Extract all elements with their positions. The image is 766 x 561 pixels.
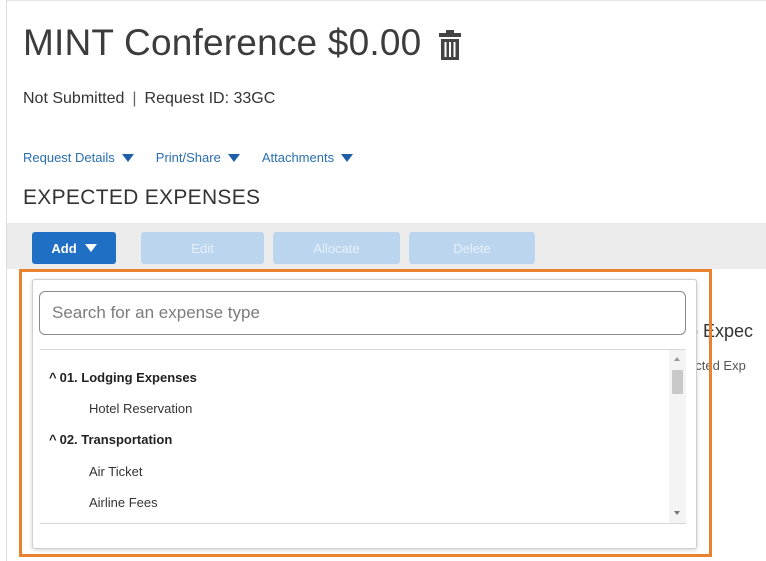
print-share-label: Print/Share [155, 150, 221, 165]
expense-type-list: ^ 01. Lodging Expenses Hotel Reservation … [40, 349, 686, 524]
edit-button-label: Edit [191, 240, 214, 256]
status-text: Not Submitted [23, 90, 125, 107]
expense-group-label: 02. Transportation [59, 432, 173, 447]
request-header: MINT Conference $0.00 [23, 22, 462, 64]
request-status-line: Not Submitted | Request ID: 33GC [23, 90, 275, 108]
expense-group-label: 01. Lodging Expenses [59, 370, 197, 385]
allocate-button[interactable]: Allocate [273, 232, 400, 264]
expense-type-item[interactable]: Air Ticket [89, 464, 142, 479]
caret-down-icon [121, 153, 134, 162]
expense-type-item[interactable]: Hotel Reservation [89, 401, 192, 416]
scroll-down-icon[interactable] [674, 511, 680, 515]
expense-type-search-input[interactable] [39, 291, 686, 335]
chevron-up-icon: ^ [49, 370, 57, 385]
caret-down-icon [341, 153, 354, 162]
scroll-up-icon[interactable] [674, 357, 680, 361]
add-button[interactable]: Add [32, 232, 116, 264]
caret-down-icon [227, 153, 240, 162]
request-links: Request Details Print/Share Attachments [23, 150, 375, 165]
delete-button[interactable]: Delete [409, 232, 535, 264]
attachments-link[interactable]: Attachments [261, 150, 354, 165]
trash-icon[interactable] [439, 30, 462, 60]
request-details-link[interactable]: Request Details [23, 150, 134, 165]
edit-button[interactable]: Edit [141, 232, 264, 264]
section-title: EXPECTED EXPENSES [23, 186, 261, 209]
attachments-label: Attachments [261, 150, 335, 165]
window-left-border [6, 0, 7, 561]
scroll-thumb[interactable] [672, 370, 683, 394]
list-scrollbar[interactable] [669, 350, 686, 523]
caret-down-icon [84, 244, 97, 252]
expense-type-dropdown: ^01. Lodging Expenses Hotel Reservation … [32, 279, 697, 549]
expense-group-lodging[interactable]: ^ 01. Lodging Expenses [49, 370, 197, 385]
expenses-toolbar: Add Edit Allocate Delete [7, 223, 766, 269]
window-top-border [6, 0, 766, 1]
print-share-link[interactable]: Print/Share [156, 150, 240, 165]
add-button-label: Add [51, 240, 77, 256]
expense-group-transportation[interactable]: ^ 02. Transportation [49, 432, 172, 447]
empty-state-title: o Expec [688, 321, 754, 341]
expense-type-item[interactable]: Airline Fees [89, 495, 158, 510]
request-id: Request ID: 33GC [144, 90, 276, 107]
status-separator: | [132, 90, 137, 107]
chevron-up-icon: ^ [49, 432, 57, 447]
delete-button-label: Delete [453, 240, 491, 256]
allocate-button-label: Allocate [313, 240, 360, 256]
request-details-label: Request Details [23, 150, 115, 165]
page-title: MINT Conference $0.00 [23, 22, 422, 63]
